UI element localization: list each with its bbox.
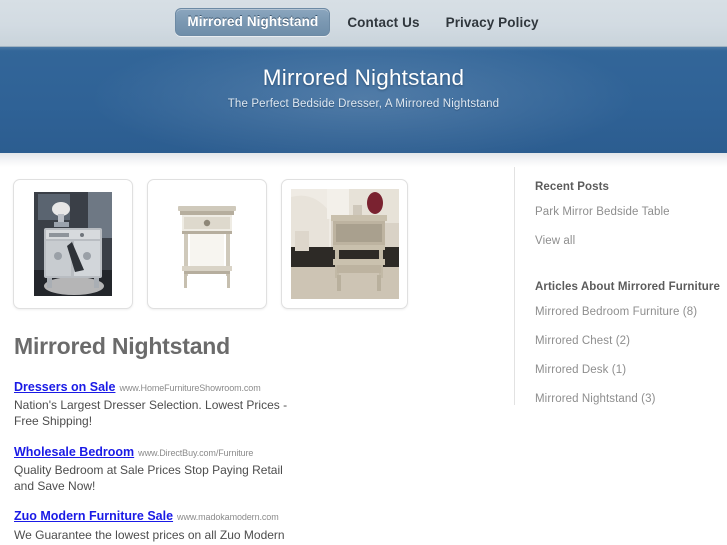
sidebar-link-mirrored-nightstand[interactable]: Mirrored Nightstand (3) bbox=[535, 393, 727, 405]
ad-title-link[interactable]: Zuo Modern Furniture Sale bbox=[14, 509, 173, 523]
ad-title-link[interactable]: Dressers on Sale bbox=[14, 380, 115, 394]
ad-description: We Guarantee the lowest prices on all Zu… bbox=[14, 527, 285, 545]
nightstand-photo-1-icon bbox=[34, 192, 112, 296]
page-body: Mirrored Nightstand Dressers on Sale www.… bbox=[0, 167, 727, 545]
gallery-image-card-2[interactable] bbox=[147, 179, 267, 309]
main-content: Mirrored Nightstand Dressers on Sale www.… bbox=[0, 167, 514, 545]
sidebar-link-mirrored-desk[interactable]: Mirrored Desk (1) bbox=[535, 364, 727, 376]
sidebar-section-articles: Articles About Mirrored Furniture Mirror… bbox=[524, 281, 727, 405]
gallery-image-card-3[interactable] bbox=[281, 179, 408, 309]
sidebar-link-mirrored-bedroom-furniture[interactable]: Mirrored Bedroom Furniture (8) bbox=[535, 306, 727, 318]
sidebar-link-park-mirror-bedside-table[interactable]: Park Mirror Bedside Table bbox=[535, 206, 727, 218]
nightstand-photo-3-icon bbox=[290, 189, 399, 299]
ad-header: Wholesale Bedroom www.DirectBuy.com/Furni… bbox=[14, 443, 302, 461]
ad-description: Nation's Largest Dresser Selection. Lowe… bbox=[14, 398, 288, 428]
ad-url: www.HomeFurnitureShowroom.com bbox=[119, 383, 261, 393]
ad-url: www.DirectBuy.com/Furniture bbox=[138, 447, 254, 458]
sidebar-heading-recent-posts: Recent Posts bbox=[535, 181, 610, 193]
page-title: Mirrored Nightstand bbox=[14, 333, 230, 359]
ad-item: Dressers on Sale www.HomeFurnitureShowroo… bbox=[14, 378, 302, 430]
ad-header: Zuo Modern Furniture Sale www.madokamoder… bbox=[14, 507, 302, 525]
sponsored-ads-list: Dressers on Sale www.HomeFurnitureShowroo… bbox=[12, 378, 302, 545]
ad-description: Quality Bedroom at Sale Prices Stop Payi… bbox=[14, 462, 283, 493]
site-title: Mirrored Nightstand bbox=[262, 65, 465, 90]
hero-fade-divider bbox=[0, 153, 727, 167]
nav-item-privacy-policy[interactable]: Privacy Policy bbox=[433, 15, 552, 30]
ad-title-link[interactable]: Wholesale Bedroom bbox=[14, 445, 134, 459]
sidebar-link-view-all[interactable]: View all bbox=[535, 235, 727, 247]
nav-item-contact-us[interactable]: Contact Us bbox=[334, 15, 432, 30]
nav-item-mirrored-nightstand[interactable]: Mirrored Nightstand bbox=[175, 8, 331, 36]
sidebar-section-recent-posts: Recent Posts Park Mirror Bedside Table V… bbox=[524, 181, 727, 247]
nightstand-photo-2-icon bbox=[168, 192, 246, 296]
top-navigation-bar: Mirrored Nightstand Contact Us Privacy P… bbox=[0, 0, 727, 47]
product-image-gallery bbox=[12, 179, 500, 309]
gallery-image-card-1[interactable] bbox=[13, 179, 133, 309]
nav-list: Mirrored Nightstand Contact Us Privacy P… bbox=[175, 8, 551, 38]
sidebar-heading-articles: Articles About Mirrored Furniture bbox=[535, 281, 720, 293]
ad-item: Wholesale Bedroom www.DirectBuy.com/Furni… bbox=[14, 443, 302, 495]
sidebar-link-mirrored-chest[interactable]: Mirrored Chest (2) bbox=[535, 335, 727, 347]
ad-header: Dressers on Sale www.HomeFurnitureShowroo… bbox=[14, 378, 302, 396]
sidebar: Recent Posts Park Mirror Bedside Table V… bbox=[514, 167, 727, 422]
ad-item: Zuo Modern Furniture Sale www.madokamoder… bbox=[14, 507, 302, 545]
hero-banner: Mirrored Nightstand The Perfect Bedside … bbox=[0, 47, 727, 153]
site-tagline: The Perfect Bedside Dresser, A Mirrored … bbox=[227, 98, 500, 110]
ad-url: www.madokamodern.com bbox=[177, 512, 279, 523]
